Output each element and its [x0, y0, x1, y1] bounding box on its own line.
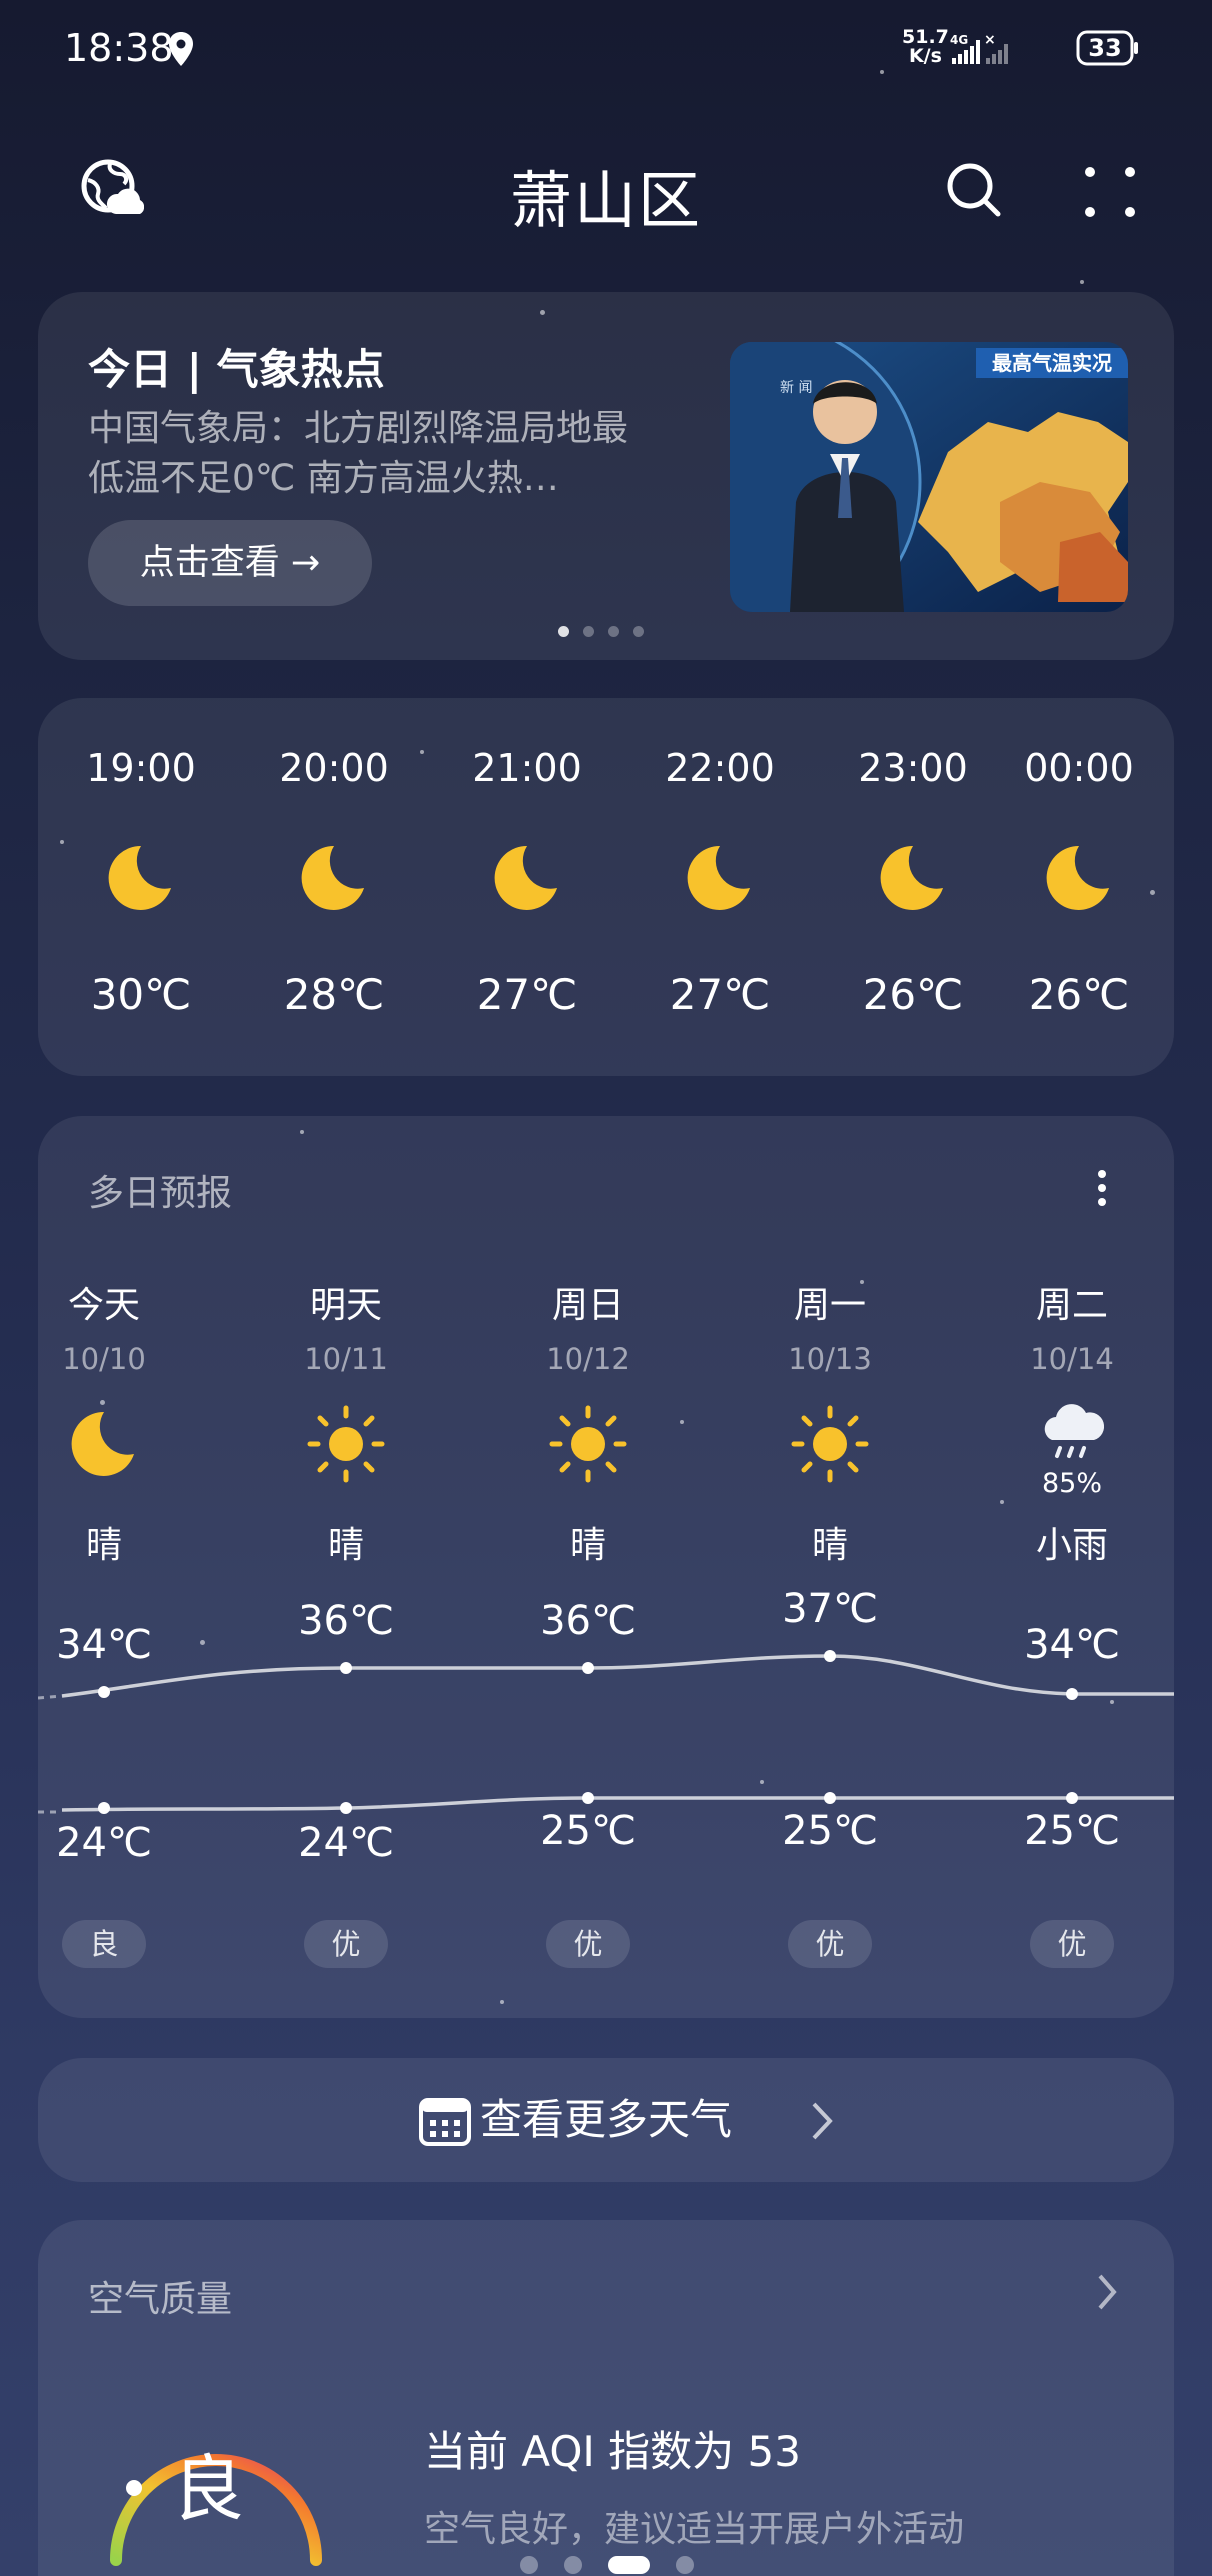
moon-icon — [108, 845, 171, 910]
more-weather-button[interactable]: 查看更多天气 — [38, 2058, 1174, 2182]
hourly-forecast-card[interactable]: 19:00 30℃ 20:00 28℃ 21:00 27℃ 22:00 27℃ … — [38, 698, 1174, 1076]
sun-icon — [791, 1405, 869, 1483]
aqi-badge: 优 — [788, 1920, 872, 1968]
battery-indicator: 33 — [1076, 30, 1140, 66]
chevron-right-icon[interactable] — [1096, 2272, 1118, 2312]
aqi-badge: 良 — [62, 1920, 146, 1968]
status-bar: 18:38 51.7 K/s 4G × 33 — [0, 0, 1212, 100]
aqi-badge: 优 — [304, 1920, 388, 1968]
air-quality-title: 空气质量 — [88, 2279, 233, 2320]
status-time: 18:38 — [64, 26, 174, 70]
news-video-frame: 最高气温实况 新 闻 — [730, 342, 1128, 612]
more-weather-label: 查看更多天气 — [479, 2095, 732, 2144]
moon-icon — [301, 845, 364, 910]
network-speed: 51.7 K/s — [902, 26, 949, 67]
location-pin-icon — [169, 32, 193, 66]
aqi-value-text: 当前 AQI 指数为 53 — [424, 2427, 801, 2476]
svg-text:4G: 4G — [950, 33, 968, 47]
moon-icon — [687, 845, 750, 910]
news-description: 中国气象局：北方剧烈降温局地最低温不足0℃ 南方高温火热… — [88, 408, 629, 499]
precip-probability: 85% — [1041, 1468, 1102, 1499]
aqi-level: 良 — [171, 2447, 244, 2531]
weather-news-card[interactable]: 今日 | 气象热点 中国气象局：北方剧烈降温局地最低温不足0℃ 南方高温火热… … — [38, 292, 1174, 660]
moon-icon — [880, 845, 943, 910]
multiday-title: 多日预报 — [88, 1173, 233, 1214]
news-thumb-caption: 最高气温实况 — [992, 351, 1112, 375]
rain-cloud-icon — [1044, 1404, 1105, 1458]
news-thumb-logo: 新 闻 — [780, 380, 812, 396]
vertical-more-icon[interactable] — [1092, 1166, 1112, 1210]
air-quality-card[interactable]: 空气质量 良 当前 AQI 指数为 53 空气良好，建议适当开展户外活动 — [38, 2220, 1174, 2576]
carousel-dots — [558, 622, 658, 637]
more-menu-icon[interactable] — [1080, 162, 1140, 222]
news-thumbnail[interactable]: 最高气温实况 新 闻 — [730, 342, 1128, 612]
multiday-forecast-card[interactable]: 多日预报 今天 10/10 晴 34℃ 24℃ 良 明天 10/11 晴 36℃… — [38, 1116, 1174, 2018]
sun-icon — [549, 1405, 627, 1483]
city-title: 萧山区 — [509, 164, 702, 237]
aqi-badge: 优 — [546, 1920, 630, 1968]
svg-text:×: × — [984, 32, 996, 48]
moon-icon — [494, 845, 557, 910]
signal-icon: 4G × — [950, 32, 1008, 64]
news-title: 今日 | 气象热点 — [88, 345, 385, 394]
chevron-right-icon — [812, 2102, 833, 2140]
search-icon[interactable] — [944, 160, 1004, 220]
sun-icon — [307, 1405, 385, 1483]
battery-level: 33 — [1088, 34, 1122, 62]
page-indicator — [520, 2554, 720, 2576]
view-news-button[interactable]: 点击查看 → — [88, 520, 372, 606]
moon-icon — [1046, 845, 1109, 910]
aqi-badge: 优 — [1030, 1920, 1114, 1968]
moon-icon — [71, 1411, 134, 1476]
aqi-advice: 空气良好，建议适当开展户外活动 — [424, 2509, 965, 2550]
